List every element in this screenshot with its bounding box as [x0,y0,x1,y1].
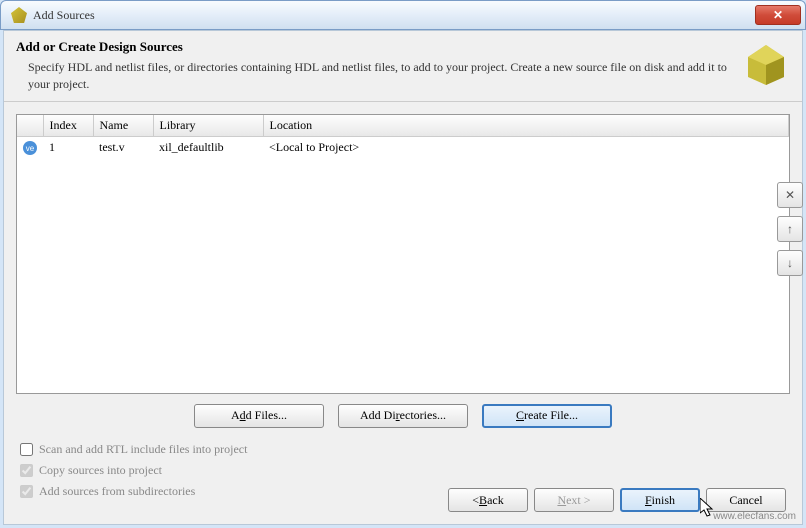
table-row[interactable]: ve 1 test.v xil_defaultlib <Local to Pro… [17,136,789,158]
col-icon[interactable] [17,115,43,137]
sources-table[interactable]: Index Name Library Location ve 1 test.v … [16,114,790,394]
cancel-button[interactable]: Cancel [706,488,786,512]
action-buttons: Add Files... Add Directories... Create F… [16,404,790,428]
move-up-button[interactable]: ↑ [777,216,803,242]
verilog-file-icon: ve [23,141,37,155]
next-button: Next > [534,488,614,512]
app-icon [11,7,27,23]
col-library[interactable]: Library [153,115,263,137]
copy-sources-checkbox [20,464,33,477]
wizard-footer: < Back Next > Finish Cancel [448,488,786,512]
cell-name: test.v [93,136,153,158]
cell-index: 1 [43,136,93,158]
subdirs-checkbox [20,485,33,498]
titlebar: Add Sources ✕ [0,0,806,30]
header-panel: Add or Create Design Sources Specify HDL… [4,31,802,102]
copy-sources-check[interactable]: Copy sources into project [20,463,790,478]
col-index[interactable]: Index [43,115,93,137]
add-files-button[interactable]: Add Files... [194,404,324,428]
arrow-up-icon: ↑ [787,222,793,236]
back-button[interactable]: < Back [448,488,528,512]
vivado-logo-icon [742,39,790,87]
scan-rtl-checkbox[interactable] [20,443,33,456]
col-name[interactable]: Name [93,115,153,137]
add-directories-button[interactable]: Add Directories... [338,404,468,428]
page-description: Specify HDL and netlist files, or direct… [16,59,730,93]
create-file-button[interactable]: Create File... [482,404,612,428]
table-header-row: Index Name Library Location [17,115,789,137]
scan-rtl-check[interactable]: Scan and add RTL include files into proj… [20,442,790,457]
close-button[interactable]: ✕ [755,5,801,25]
main-area: Index Name Library Location ve 1 test.v … [4,102,802,517]
move-down-button[interactable]: ↓ [777,250,803,276]
page-title: Add or Create Design Sources [16,39,730,55]
finish-button[interactable]: Finish [620,488,700,512]
content-panel: Add or Create Design Sources Specify HDL… [3,30,803,525]
window-title: Add Sources [33,8,755,23]
remove-button[interactable]: ✕ [777,182,803,208]
side-buttons: ✕ ↑ ↓ [777,182,803,276]
arrow-down-icon: ↓ [787,256,793,270]
x-icon: ✕ [785,188,795,202]
cell-library: xil_defaultlib [153,136,263,158]
col-location[interactable]: Location [263,115,789,137]
cell-location: <Local to Project> [263,136,789,158]
